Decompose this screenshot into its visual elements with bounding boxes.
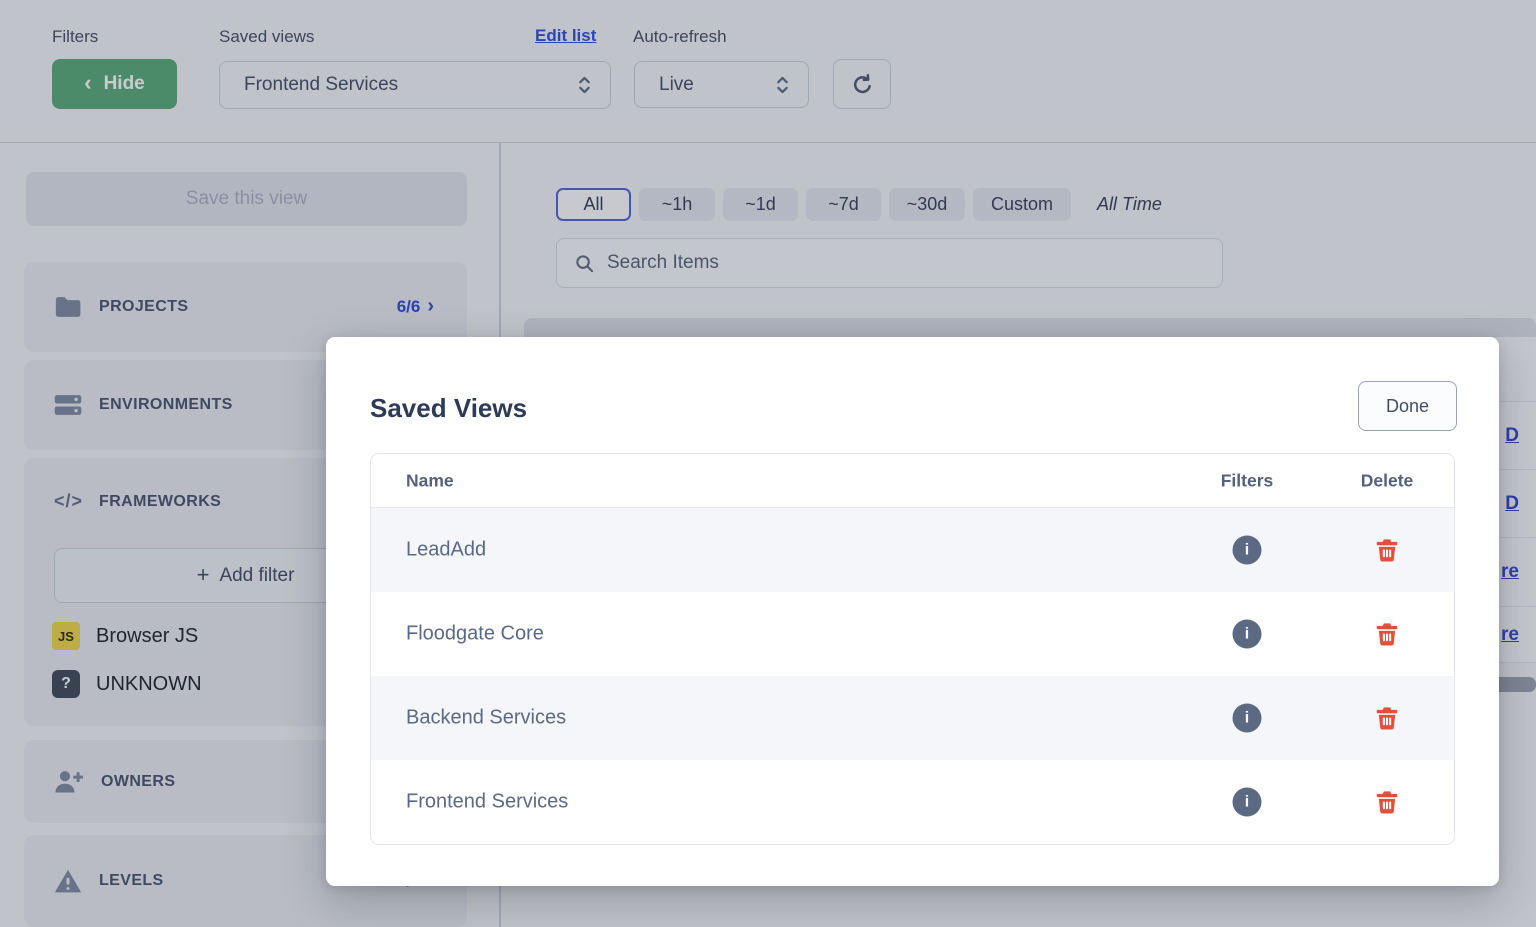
saved-view-name: LeadAdd <box>406 539 486 562</box>
table-row: Backend Services i <box>371 676 1454 760</box>
info-icon[interactable]: i <box>1233 788 1262 817</box>
saved-view-name: Frontend Services <box>406 791 568 814</box>
info-icon[interactable]: i <box>1233 536 1262 565</box>
done-button[interactable]: Done <box>1358 381 1457 431</box>
column-header-name: Name <box>406 470 454 491</box>
saved-views-modal: Saved Views Done Name Filters Delete Lea… <box>326 337 1499 886</box>
column-header-delete: Delete <box>1361 470 1414 491</box>
column-header-filters: Filters <box>1221 470 1274 491</box>
trash-icon[interactable] <box>1377 539 1398 562</box>
table-row: Frontend Services i <box>371 760 1454 844</box>
saved-view-name: Floodgate Core <box>406 623 544 646</box>
table-row: Floodgate Core i <box>371 592 1454 676</box>
saved-view-name: Backend Services <box>406 707 566 730</box>
trash-icon[interactable] <box>1377 791 1398 814</box>
info-icon[interactable]: i <box>1233 620 1262 649</box>
table-row: LeadAdd i <box>371 508 1454 592</box>
app-screen: Filters ‹ Hide Saved views Frontend Serv… <box>0 0 1536 927</box>
trash-icon[interactable] <box>1377 707 1398 730</box>
info-icon[interactable]: i <box>1233 704 1262 733</box>
saved-views-table: Name Filters Delete LeadAdd i Floodgate … <box>370 453 1455 845</box>
trash-icon[interactable] <box>1377 623 1398 646</box>
modal-title: Saved Views <box>370 393 527 424</box>
table-header-row: Name Filters Delete <box>371 454 1454 508</box>
